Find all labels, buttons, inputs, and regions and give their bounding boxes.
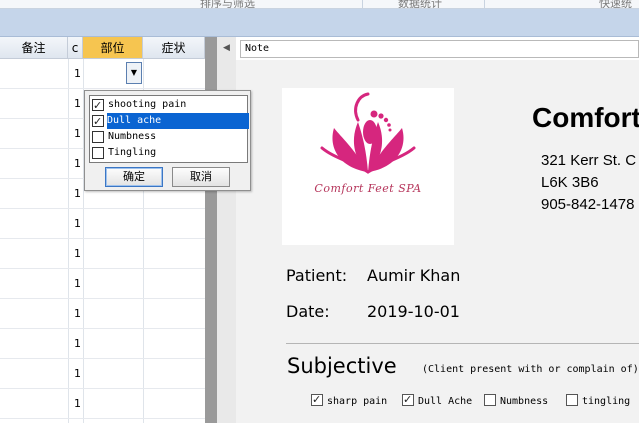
table-row[interactable]: 1: [0, 389, 205, 419]
body-part-dropdown-button[interactable]: ▼: [126, 62, 142, 84]
checklist[interactable]: shooting pain Dull ache Numbness Tinglin…: [89, 95, 249, 163]
column-header-body-part[interactable]: 部位: [83, 37, 143, 59]
symptom-option: Dull Ache: [402, 393, 473, 408]
checklist-item[interactable]: Tingling: [90, 145, 247, 161]
checklist-item[interactable]: Numbness: [90, 129, 247, 145]
address-line: 321 Kerr St. C: [541, 152, 637, 169]
column-header-symptom[interactable]: 症状: [143, 37, 205, 59]
chevron-down-icon: ▼: [130, 68, 138, 77]
document-preview: Comfort Feet SPA Comfort 321 Kerr St. C …: [236, 60, 639, 423]
row-count: 1: [74, 217, 81, 230]
ok-button[interactable]: 确定: [105, 167, 163, 187]
ribbon-band: [0, 9, 639, 37]
note-field[interactable]: Note: [240, 40, 639, 58]
checkbox[interactable]: [92, 147, 104, 159]
patient-label: Patient:: [286, 266, 348, 285]
column-header-c[interactable]: c: [68, 37, 83, 59]
row-count: 1: [74, 97, 81, 110]
row-count: 1: [74, 247, 81, 260]
address-line: L6K 3B6: [541, 174, 599, 191]
symptom-label: Numbness: [500, 396, 549, 407]
ribbon-group-sort-filter[interactable]: 排序与筛选: [200, 0, 255, 8]
checkbox[interactable]: [92, 131, 104, 143]
checklist-item-label: Dull ache: [107, 113, 249, 129]
checkbox-unchecked: [566, 394, 578, 406]
row-count: 1: [74, 307, 81, 320]
collapse-left-icon[interactable]: ◀: [223, 43, 230, 53]
checklist-item-label: Tingling: [108, 147, 157, 158]
checkbox[interactable]: [92, 114, 104, 130]
lotus-feet-icon: [320, 92, 416, 174]
ribbon-group-quick[interactable]: 快速统: [599, 0, 632, 8]
row-count: 1: [74, 367, 81, 380]
ribbon-group-statistics[interactable]: 数据统计: [398, 0, 442, 8]
company-name: Comfort: [532, 102, 639, 133]
symptom-option: sharp pain: [311, 393, 388, 408]
checkbox[interactable]: [92, 98, 104, 114]
patient-name: Aumir Khan: [367, 266, 461, 285]
row-count: 1: [74, 127, 81, 140]
checkbox-checked: [311, 393, 323, 407]
ribbon-top: 排序与筛选 数据统计 快速统: [0, 0, 639, 9]
date-value: 2019-10-01: [367, 302, 460, 321]
table-row[interactable]: 1: [0, 59, 205, 89]
symptom-label: tingling: [582, 396, 631, 407]
row-count: 1: [74, 337, 81, 350]
section-note: (Client present with or complain of): [422, 364, 639, 375]
symptom-label: sharp pain: [327, 396, 388, 407]
ribbon-separator: [362, 0, 363, 8]
divider: [286, 343, 639, 344]
table-row[interactable]: 1: [0, 209, 205, 239]
logo-text: Comfort Feet SPA: [314, 182, 422, 195]
row-count: 1: [74, 187, 81, 200]
ribbon-separator: [484, 0, 485, 8]
body-part-checklist-popup[interactable]: shooting pain Dull ache Numbness Tinglin…: [84, 90, 251, 191]
section-title: Subjective: [287, 354, 397, 378]
row-count: 1: [74, 67, 81, 80]
row-count: 1: [74, 277, 81, 290]
table-row[interactable]: 1: [0, 329, 205, 359]
table-row[interactable]: 1: [0, 359, 205, 389]
symptom-label: Dull Ache: [418, 396, 473, 407]
date-label: Date:: [286, 302, 330, 321]
table-row[interactable]: 1: [0, 269, 205, 299]
symptom-option: tingling: [566, 394, 630, 408]
row-count: 1: [74, 397, 81, 410]
checklist-item-label: shooting pain: [108, 99, 187, 110]
cancel-button[interactable]: 取消: [172, 167, 230, 187]
checklist-item[interactable]: shooting pain: [90, 97, 247, 114]
symptom-option: Numbness: [484, 394, 548, 408]
checklist-item-label: Numbness: [108, 131, 157, 142]
table-row[interactable]: 1: [0, 299, 205, 329]
phone-number: 905-842-1478: [541, 196, 635, 213]
note-field-label: Note: [245, 43, 270, 54]
checkbox-checked: [402, 393, 414, 407]
checkbox-unchecked: [484, 394, 496, 406]
table-row[interactable]: 1: [0, 239, 205, 269]
checklist-item-selected[interactable]: Dull ache: [90, 113, 249, 130]
company-logo: Comfort Feet SPA: [282, 88, 454, 245]
row-count: 1: [74, 157, 81, 170]
column-header-note[interactable]: 备注: [0, 37, 68, 59]
